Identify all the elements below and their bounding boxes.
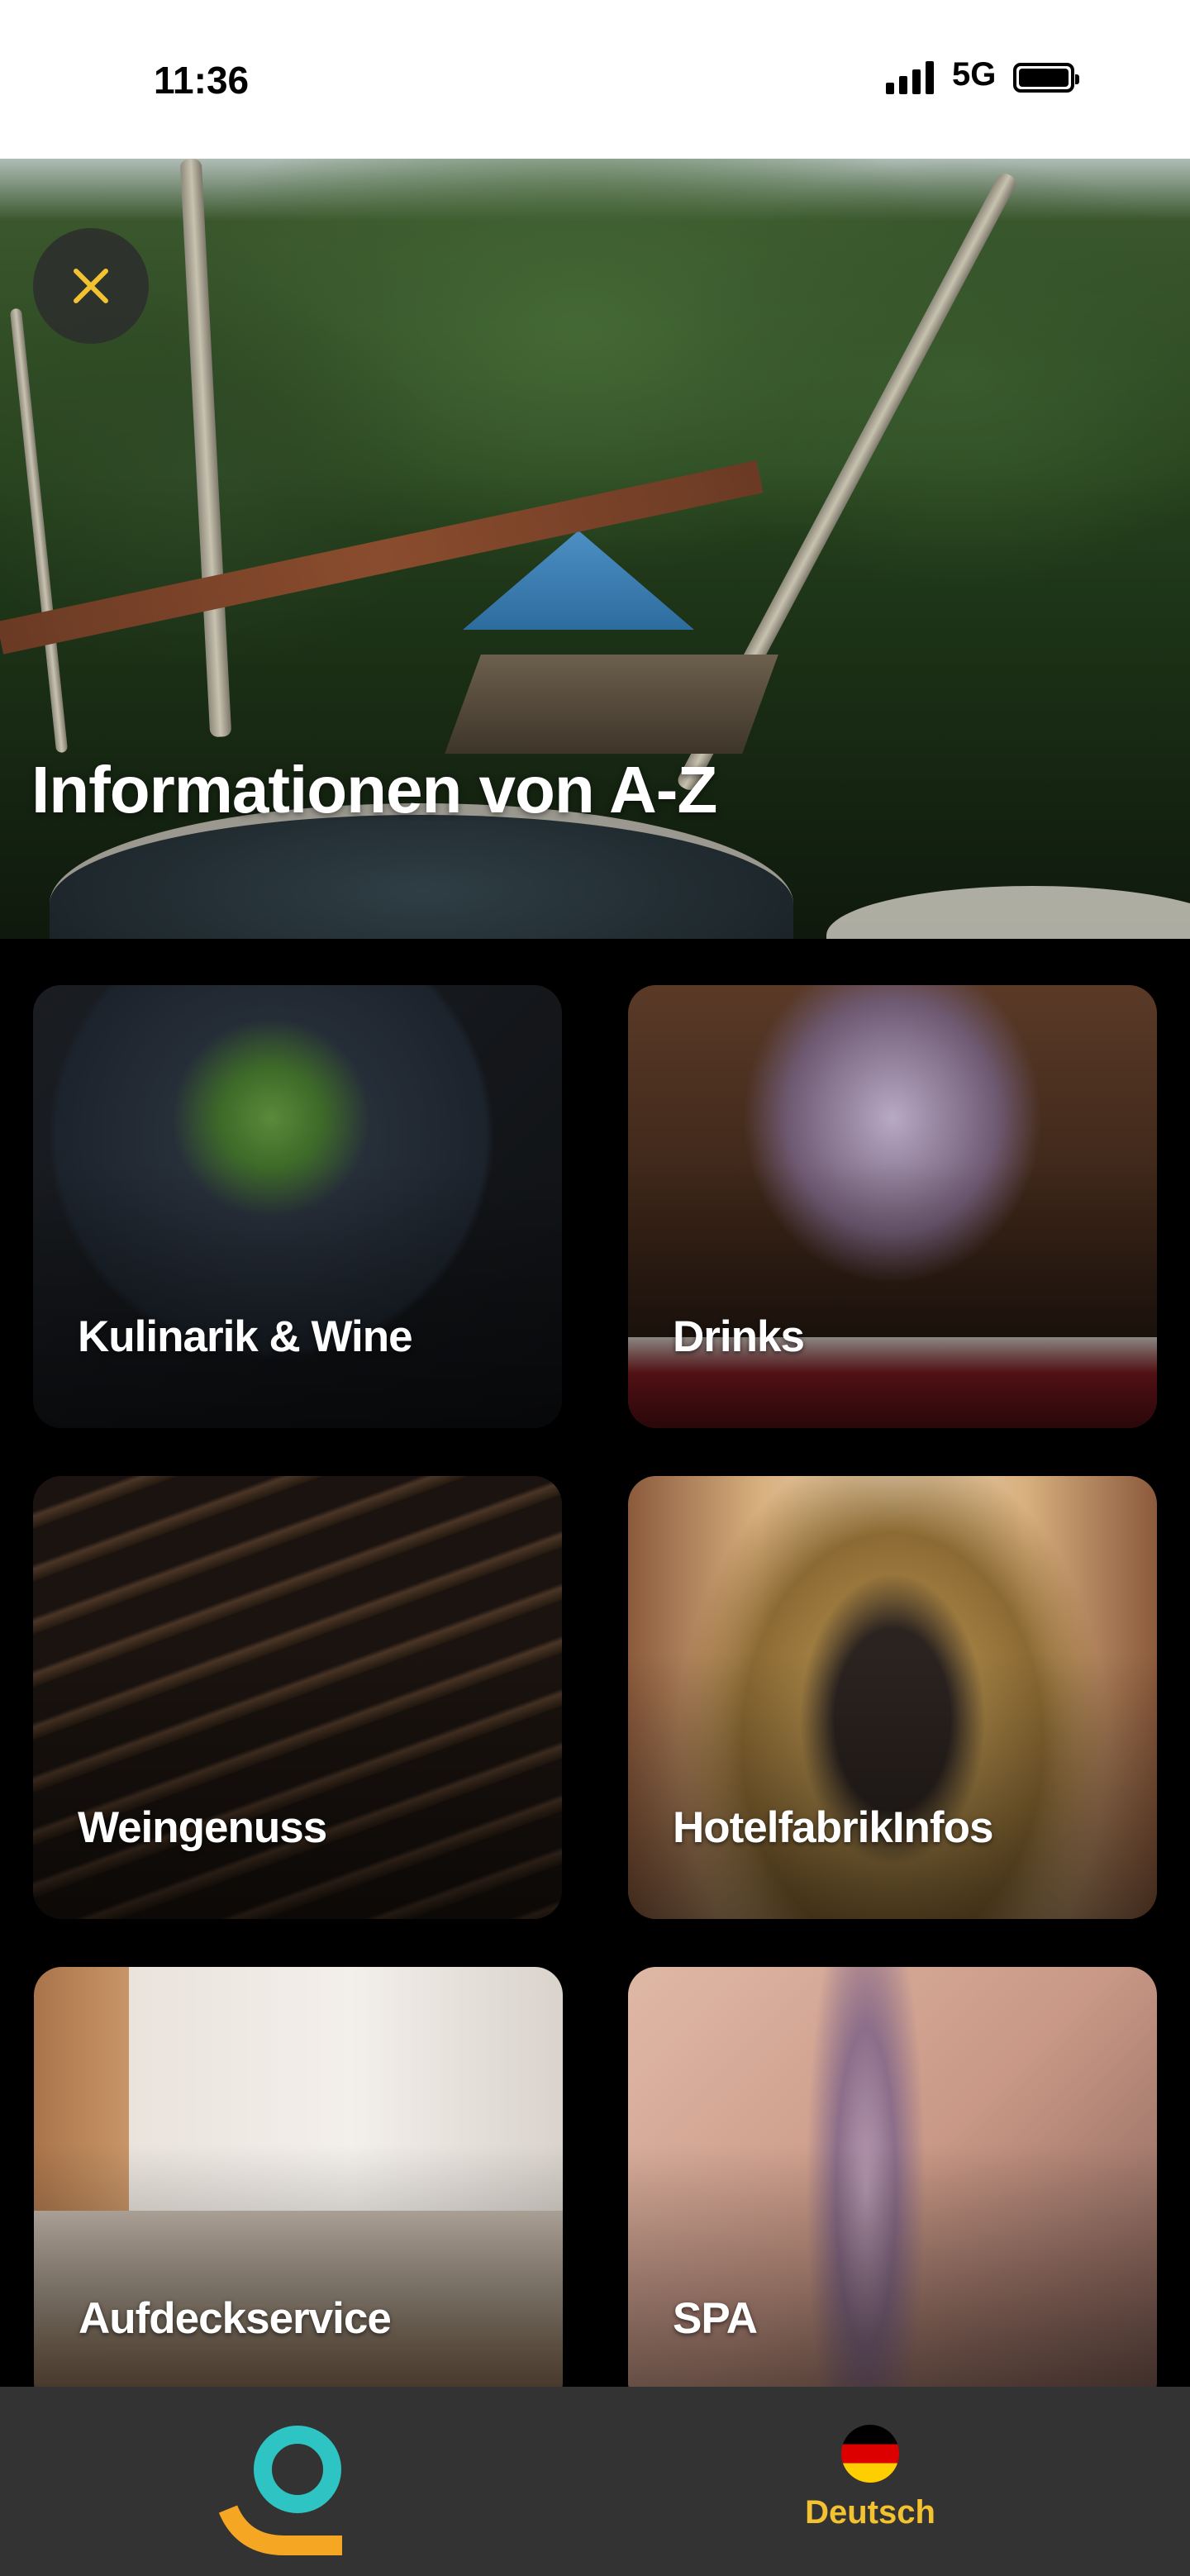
category-card-aufdeckservice[interactable]: Aufdeckservice	[34, 1967, 563, 2410]
category-label: SPA	[673, 2294, 758, 2343]
page-title: Informationen von A-Z	[31, 753, 717, 826]
category-card-drinks[interactable]: Drinks	[628, 985, 1157, 1428]
category-card-weingenuss[interactable]: Weingenuss	[33, 1476, 562, 1919]
category-label: Aufdeckservice	[79, 2294, 392, 2343]
network-type: 5G	[952, 56, 997, 93]
category-card-hotelfabrikinfos[interactable]: HotelfabrikInfos	[628, 1476, 1157, 1919]
category-label: HotelfabrikInfos	[673, 1803, 993, 1852]
category-label: Weingenuss	[78, 1803, 327, 1852]
category-label: Kulinarik & Wine	[78, 1312, 413, 1361]
category-label: Drinks	[673, 1312, 805, 1361]
app-logo-icon[interactable]	[218, 2420, 355, 2557]
language-selector[interactable]: Deutsch	[800, 2425, 940, 2531]
close-button[interactable]	[33, 228, 149, 344]
battery-icon	[1013, 63, 1079, 93]
category-card-kulinarik[interactable]: Kulinarik & Wine	[33, 985, 562, 1428]
category-card-spa[interactable]: SPA	[628, 1967, 1157, 2410]
close-icon	[74, 269, 108, 303]
signal-icon	[886, 61, 939, 94]
german-flag-icon	[841, 2425, 899, 2483]
status-time: 11:36	[154, 59, 250, 102]
language-label: Deutsch	[805, 2494, 935, 2531]
bottom-nav: Deutsch	[0, 2387, 1190, 2576]
status-bar: 11:36 5G	[0, 0, 1190, 159]
